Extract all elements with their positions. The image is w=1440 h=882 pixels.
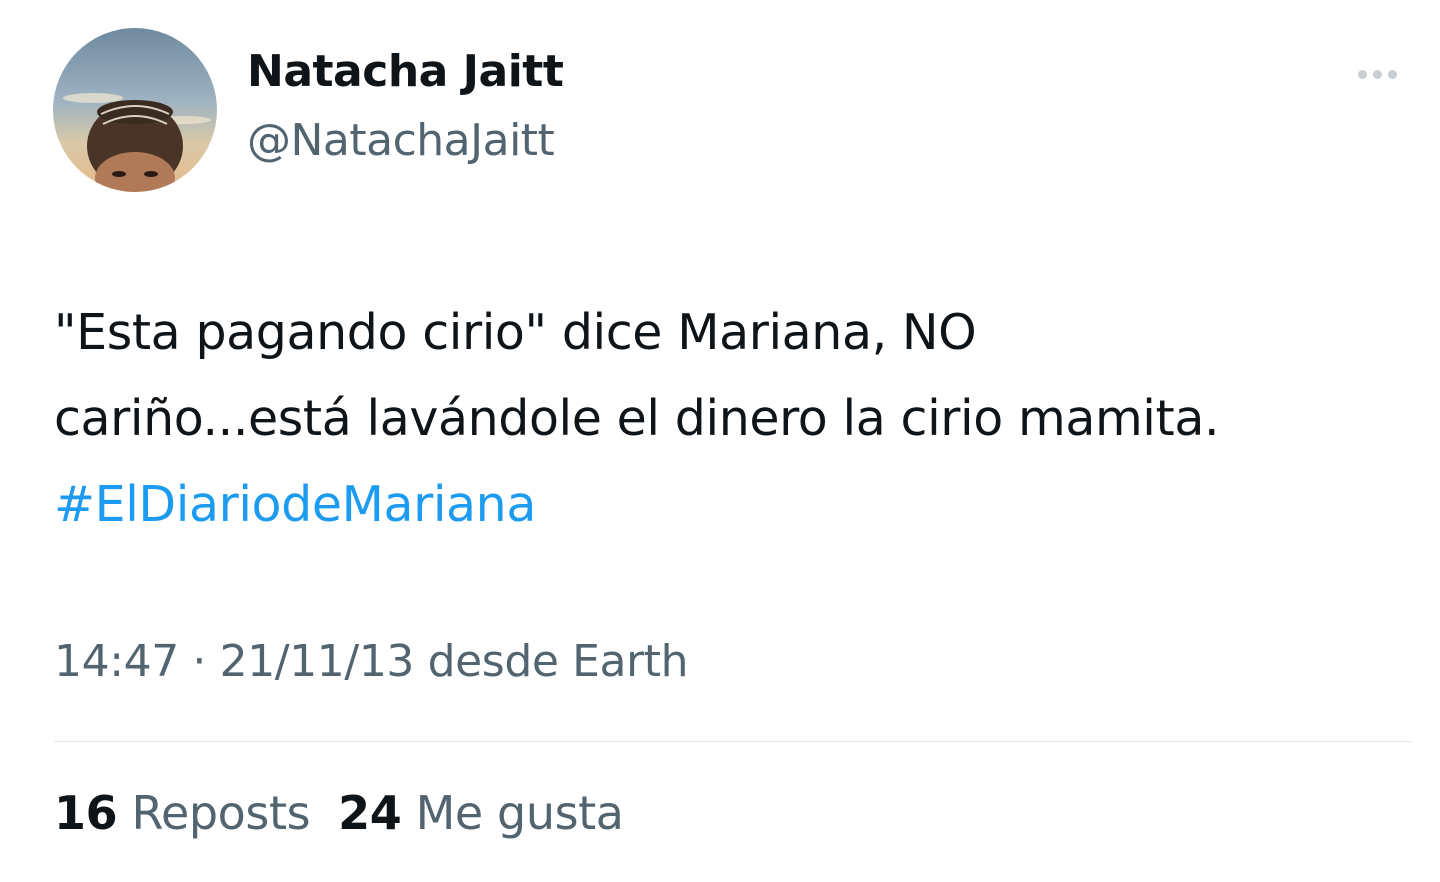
more-horizontal-icon: [1357, 69, 1367, 79]
more-horizontal-icon-dot: [1372, 69, 1382, 79]
tweet-text-line: "Esta pagando cirio" dice Mariana, NO: [54, 304, 977, 361]
tweet-metadata: 14:47 · 21/11/13 desde Earth: [54, 636, 689, 687]
user-handle[interactable]: @NatachaJaitt: [247, 115, 555, 166]
tweet-card: Natacha Jaitt @NatachaJaitt "Esta pagand…: [0, 0, 1440, 882]
reposts-label: Reposts: [131, 786, 311, 840]
meta-separator: ·: [192, 636, 206, 687]
display-name[interactable]: Natacha Jaitt: [247, 46, 564, 97]
reposts-stat[interactable]: 16 Reposts: [54, 786, 311, 840]
tweet-text-line: cariño...está lavándole el dinero la cir…: [54, 390, 1220, 447]
likes-stat[interactable]: 24 Me gusta: [338, 786, 624, 840]
reposts-count: 16: [54, 786, 118, 840]
likes-count: 24: [338, 786, 402, 840]
more-horizontal-icon-dot: [1387, 69, 1397, 79]
engagement-stats: 16 Reposts 24 Me gusta: [54, 786, 652, 840]
divider: [54, 741, 1411, 742]
avatar-photo: [53, 28, 217, 192]
likes-label: Me gusta: [415, 786, 624, 840]
avatar[interactable]: [53, 28, 217, 192]
tweet-time[interactable]: 14:47: [54, 636, 179, 687]
hashtag-link[interactable]: #ElDiariodeMariana: [54, 476, 536, 533]
tweet-date[interactable]: 21/11/13: [220, 636, 415, 687]
tweet-source: desde Earth: [427, 636, 689, 687]
tweet-text: "Esta pagando cirio" dice Mariana, NO ca…: [54, 290, 1414, 548]
more-options-button[interactable]: [1348, 60, 1406, 88]
